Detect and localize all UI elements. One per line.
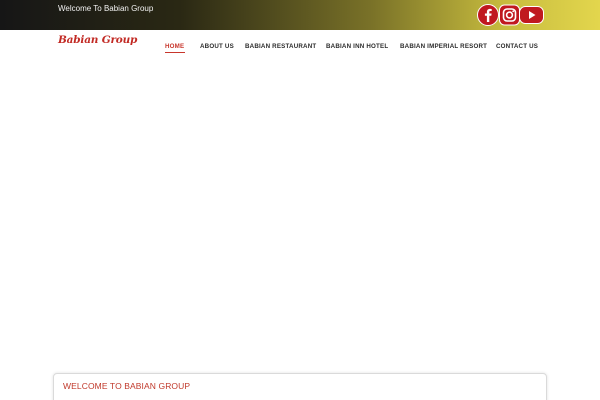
facebook-icon xyxy=(477,4,499,26)
nav-item-babian-imperial-resort[interactable]: BABIAN IMPERIAL RESORT xyxy=(400,41,487,52)
logo[interactable]: Babian Group xyxy=(58,34,137,46)
welcome-section: WELCOME TO BABIAN GROUP xyxy=(53,373,547,400)
main-navbar: Babian Group HOME ABOUT US BABIAN RESTAU… xyxy=(0,30,600,62)
hero-area xyxy=(0,62,600,370)
nav-active-indicator xyxy=(165,52,185,53)
youtube-link[interactable] xyxy=(519,4,544,26)
nav-item-babian-restaurant[interactable]: BABIAN RESTAURANT xyxy=(245,41,316,52)
top-bar: Welcome To Babian Group xyxy=(0,0,600,30)
section-title: WELCOME TO BABIAN GROUP xyxy=(63,381,191,391)
youtube-icon xyxy=(519,6,544,24)
nav-item-contact-us[interactable]: CONTACT US xyxy=(496,41,538,52)
nav-item-babian-inn-hotel[interactable]: BABIAN INN HOTEL xyxy=(326,41,388,52)
nav-item-about-us[interactable]: ABOUT US xyxy=(200,41,234,52)
welcome-text: Welcome To Babian Group xyxy=(58,4,154,13)
facebook-link[interactable] xyxy=(477,4,499,26)
instagram-icon xyxy=(499,4,520,26)
instagram-link[interactable] xyxy=(499,4,520,26)
nav-item-home[interactable]: HOME xyxy=(165,41,184,52)
